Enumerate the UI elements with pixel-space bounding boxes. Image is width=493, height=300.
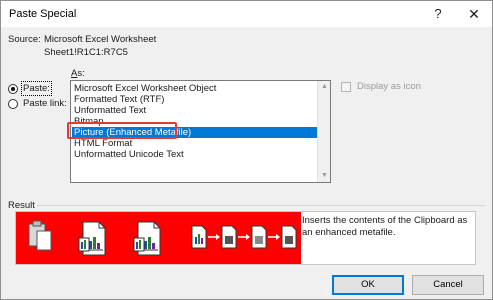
format-item-excel-object[interactable]: Microsoft Excel Worksheet Object [72,83,317,94]
paste-result-illustration-icon [28,220,297,256]
result-description: Inserts the contents of the Clipboard as… [302,215,468,238]
title-bar: Paste Special ? ✕ [1,1,492,27]
paste-link-radio-button[interactable] [8,98,18,109]
result-label: Result [8,200,35,211]
dialog-title: Paste Special [9,8,77,20]
close-icon[interactable]: ✕ [457,3,491,25]
source-name: Microsoft Excel Worksheet [44,34,157,45]
source-range: Sheet1!R1C1:R7C5 [44,47,128,58]
paste-radio-label[interactable]: Paste: [21,81,52,96]
format-item-enhanced-metafile[interactable]: Picture (Enhanced Metafile) [72,127,317,138]
format-listbox[interactable]: Microsoft Excel Worksheet Object Formatt… [70,80,331,183]
format-item-unicode-text[interactable]: Unformatted Unicode Text [72,149,317,160]
display-as-icon-label: Display as icon [357,81,421,92]
paste-link-radio-option[interactable]: Paste link: [8,97,67,110]
listbox-scrollbar[interactable]: ▲ ▼ [317,81,330,182]
paste-link-radio-label[interactable]: Paste link: [23,98,67,109]
display-as-icon-option[interactable]: Display as icon [341,81,421,92]
format-item-unformatted-text[interactable]: Unformatted Text [72,105,317,116]
metafile-flow-icon [191,225,297,249]
format-item-rtf[interactable]: Formatted Text (RTF) [72,94,317,105]
paste-radio-button[interactable] [8,83,18,94]
as-label: As: [71,68,85,79]
format-item-html[interactable]: HTML Format [72,138,317,149]
display-as-icon-checkbox[interactable] [341,81,351,92]
paste-special-dialog: Paste Special ? ✕ Source: Microsoft Exce… [0,0,493,300]
document-chart-icon [78,221,106,256]
scroll-down-icon[interactable]: ▼ [318,170,330,182]
scroll-up-icon[interactable]: ▲ [318,81,330,93]
result-illustration [16,212,301,264]
source-label: Source: [8,34,41,45]
paste-radio-option[interactable]: Paste: [8,81,52,96]
clipboard-icon [28,220,52,251]
cancel-button[interactable]: Cancel [412,275,484,295]
result-divider [37,205,485,206]
document-chart-icon [133,221,161,256]
help-icon[interactable]: ? [421,3,455,25]
ok-button[interactable]: OK [332,275,404,295]
format-item-bitmap[interactable]: Bitmap [72,116,317,127]
